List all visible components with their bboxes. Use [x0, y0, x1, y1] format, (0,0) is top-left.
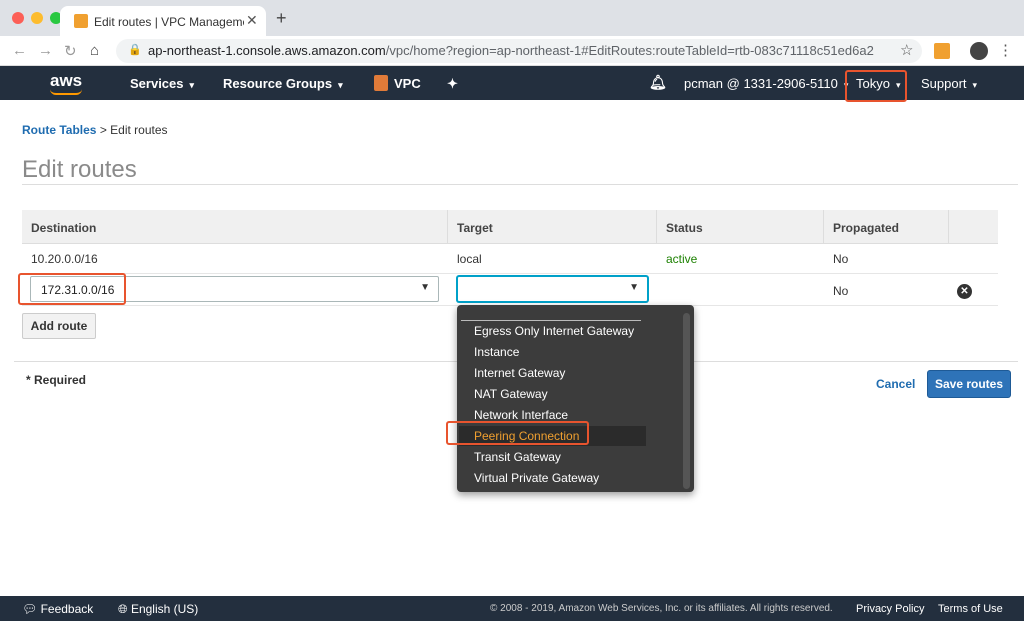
region-highlight-box — [845, 70, 907, 102]
support-menu[interactable]: Support ▾ — [921, 76, 977, 91]
required-note: * Required — [26, 373, 87, 387]
breadcrumb-route-tables[interactable]: Route Tables — [22, 123, 96, 137]
browser-tab[interactable]: Edit routes | VPC Management ✕ — [60, 6, 266, 36]
aws-logo[interactable]: aws — [50, 71, 82, 91]
target-dropdown-menu: Egress Only Internet Gateway Instance In… — [457, 305, 694, 492]
lock-icon: 🔒 — [128, 44, 142, 56]
column-status: Status — [666, 221, 703, 235]
account-menu[interactable]: pcman @ 1331-2906-5110 ▾ — [684, 76, 848, 91]
address-bar[interactable]: 🔒 ap-northeast-1.console.aws.amazon.com/… — [116, 39, 922, 63]
feedback-link[interactable]: 💬︎ Feedback — [22, 602, 93, 616]
extension-icon[interactable] — [934, 43, 950, 59]
pin-icon[interactable]: ✦ — [447, 76, 458, 92]
table-row: 10.20.0.0/16 local active No — [22, 244, 998, 274]
add-route-button[interactable]: Add route — [22, 313, 96, 339]
column-divider — [656, 210, 657, 244]
resource-groups-label: Resource Groups — [223, 76, 333, 91]
terms-of-use-link[interactable]: Terms of Use — [938, 603, 1003, 615]
tab-title: Edit routes | VPC Management — [94, 15, 244, 29]
column-destination: Destination — [31, 221, 97, 235]
route-target: local — [457, 252, 482, 266]
chevron-down-icon: ▾ — [338, 80, 343, 90]
column-divider — [823, 210, 824, 244]
option-transit-gateway[interactable]: Transit Gateway — [474, 450, 561, 464]
destination-highlight-box — [18, 273, 126, 305]
option-nat-gateway[interactable]: NAT Gateway — [474, 387, 548, 401]
option-network-interface[interactable]: Network Interface — [474, 408, 568, 422]
url-path: /vpc/home?region=ap-northeast-1#EditRout… — [385, 43, 874, 58]
reload-icon[interactable]: ↻ — [64, 42, 77, 60]
peering-highlight-box — [446, 421, 589, 445]
remove-route-icon[interactable]: ✕ — [957, 284, 972, 299]
aws-favicon-icon — [74, 14, 88, 28]
save-routes-button[interactable]: Save routes — [927, 370, 1011, 398]
console-footer: 💬︎ Feedback 🌐︎ English (US) © 2008 - 201… — [0, 596, 1024, 621]
account-label: pcman @ 1331-2906-5110 — [684, 76, 838, 91]
language-label: English (US) — [130, 602, 199, 616]
back-icon[interactable]: ← — [12, 42, 27, 59]
dropdown-arrow-icon: ▼ — [420, 282, 430, 293]
breadcrumb-current: Edit routes — [110, 123, 168, 137]
new-tab-icon[interactable]: + — [276, 8, 287, 29]
option-internet-gateway[interactable]: Internet Gateway — [474, 366, 565, 380]
option-egress-only-internet-gateway[interactable]: Egress Only Internet Gateway — [474, 324, 634, 338]
minimize-window-button[interactable] — [31, 12, 43, 24]
dropdown-divider — [461, 320, 641, 321]
chevron-down-icon: ▾ — [189, 80, 195, 90]
route-destination: 10.20.0.0/16 — [31, 252, 98, 266]
language-selector[interactable]: 🌐︎ English (US) — [118, 602, 198, 617]
services-menu[interactable]: Services ▾ — [130, 76, 194, 91]
column-divider — [948, 210, 949, 244]
aws-smile-icon — [50, 89, 82, 95]
browser-toolbar: ← → ↻ ⌂ 🔒 ap-northeast-1.console.aws.ama… — [0, 36, 1024, 66]
copyright-text: © 2008 - 2019, Amazon Web Services, Inc.… — [490, 603, 833, 614]
target-select[interactable]: ▼ — [457, 276, 648, 302]
services-label: Services — [130, 76, 184, 91]
bookmark-star-icon[interactable]: ☆ — [900, 41, 913, 59]
route-propagated: No — [833, 284, 849, 298]
dropdown-scrollbar[interactable] — [683, 313, 690, 489]
breadcrumb: Route Tables > Edit routes — [22, 123, 168, 137]
vpc-link[interactable]: VPC — [394, 76, 421, 91]
url-host: ap-northeast-1.console.aws.amazon.com — [148, 43, 386, 58]
tab-close-icon[interactable]: ✕ — [246, 12, 258, 29]
route-propagated: No — [833, 252, 849, 266]
browser-menu-icon[interactable]: ⋮ — [998, 41, 1013, 59]
profile-avatar[interactable] — [970, 42, 988, 60]
column-target: Target — [457, 221, 493, 235]
cancel-button[interactable]: Cancel — [876, 377, 915, 391]
vpc-service-icon — [374, 75, 388, 91]
route-status: active — [666, 252, 698, 266]
page-title: Edit routes — [22, 156, 137, 183]
column-propagated: Propagated — [833, 221, 900, 235]
resource-groups-menu[interactable]: Resource Groups ▾ — [223, 76, 343, 91]
breadcrumb-separator: > — [99, 123, 107, 137]
feedback-label: Feedback — [40, 602, 94, 616]
table-header: Destination Target Status Propagated — [22, 210, 998, 244]
globe-icon: 🌐︎ — [118, 602, 131, 616]
privacy-policy-link[interactable]: Privacy Policy — [856, 603, 924, 615]
close-window-button[interactable] — [12, 12, 24, 24]
option-virtual-private-gateway[interactable]: Virtual Private Gateway — [474, 471, 599, 485]
forward-icon[interactable]: → — [38, 42, 53, 59]
browser-tab-strip: Edit routes | VPC Management ✕ + — [0, 0, 1024, 36]
title-divider — [22, 184, 1018, 185]
dropdown-arrow-icon: ▼ — [629, 282, 639, 293]
column-divider — [447, 210, 448, 244]
support-label: Support — [921, 76, 967, 91]
option-instance[interactable]: Instance — [474, 345, 519, 359]
chevron-down-icon: ▾ — [972, 80, 978, 90]
feedback-icon: 💬︎ — [22, 602, 41, 616]
home-icon[interactable]: ⌂ — [90, 42, 99, 59]
notifications-bell-icon[interactable]: 🔔︎ — [649, 74, 667, 91]
